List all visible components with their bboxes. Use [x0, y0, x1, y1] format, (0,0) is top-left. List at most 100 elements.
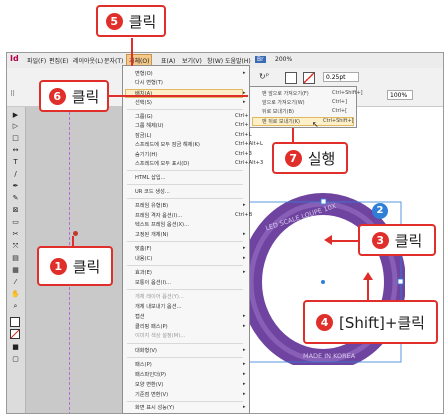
mouse-cursor-icon: ↖	[312, 120, 319, 129]
top-margin	[0, 0, 447, 52]
selection-handle-right[interactable]	[397, 278, 404, 285]
menu-file[interactable]: 파일(F)	[27, 56, 46, 65]
menu-layout[interactable]: 레이아웃(L)	[73, 56, 103, 65]
menu-item-paths[interactable]: 패스(P)	[135, 361, 152, 368]
type-tool-icon[interactable]: T	[10, 158, 21, 167]
arrow-3-icon	[324, 235, 332, 245]
rectangle-frame-tool-icon[interactable]: ⊠	[10, 206, 21, 215]
callout-step-4: 4 [Shift]+클릭	[303, 300, 438, 344]
callout-step-6: 6 클릭	[39, 80, 109, 112]
menu-window[interactable]: 창(W)	[207, 56, 223, 65]
free-transform-tool-icon[interactable]: ⤧	[10, 242, 21, 251]
eyedropper-tool-icon[interactable]: ⁄	[10, 278, 21, 287]
fill-box-icon[interactable]	[10, 317, 20, 327]
menu-separator	[127, 241, 243, 242]
rectangle-tool-icon[interactable]: ▭	[10, 218, 21, 227]
menu-item-frame-type[interactable]: 프레임 유형(B)	[135, 202, 168, 209]
menu-help[interactable]: 도움말(H)	[225, 56, 251, 65]
submenu-item-send-to-back[interactable]: 맨 뒤로 보내기(K) Ctrl+Shift+[	[252, 117, 354, 126]
pencil-tool-icon[interactable]: ✎	[10, 194, 21, 203]
menu-table[interactable]: 표(A)	[161, 56, 175, 65]
menu-item-captions[interactable]: 캡션	[135, 313, 145, 320]
menu-item-fitting[interactable]: 맞춤(F)	[135, 245, 152, 252]
callout-step-1: 1 클릭	[37, 246, 113, 286]
submenu-arrow-icon: ▸	[243, 323, 246, 329]
connector-5	[131, 38, 133, 66]
stroke-box-icon[interactable]	[10, 329, 20, 339]
menu-separator	[127, 170, 243, 171]
hand-tool-icon[interactable]: ✋	[10, 290, 21, 299]
menu-item-frame-grid-options[interactable]: 프레임 격자 옵션(I)... Ctrl+B	[135, 212, 252, 219]
menu-item-export-options[interactable]: 개체 내보내기 옵션...	[135, 303, 181, 310]
submenu-arrow-icon: ▸	[243, 313, 246, 319]
submenu-item-send-backward[interactable]: 뒤로 보내기(B) Ctrl+[	[262, 108, 347, 115]
bridge-button[interactable]: Br	[255, 56, 266, 63]
opacity-field[interactable]: 100%	[387, 90, 413, 100]
menu-item-qr-code[interactable]: UR 코드 생성...	[135, 188, 170, 195]
menu-item-hide[interactable]: 숨기기(H) Ctrl+3	[135, 151, 252, 158]
menu-separator	[127, 184, 243, 185]
menu-item-text-frame-options[interactable]: 텍스트 프레임 옵션(X)...	[135, 221, 189, 228]
submenu-item-bring-forward[interactable]: 앞으로 가져오기(W) Ctrl+]	[262, 99, 347, 106]
selection-handle-top[interactable]	[320, 198, 327, 205]
stroke-swatch-icon[interactable]	[303, 72, 315, 84]
gradient-tool-icon[interactable]: ▤	[10, 254, 21, 263]
submenu-arrow-icon: ▸	[243, 391, 246, 397]
submenu-arrow-icon: ▸	[243, 381, 246, 387]
gap-tool-icon[interactable]: ↔	[10, 146, 21, 155]
menu-separator	[127, 265, 243, 266]
menu-item-display-performance[interactable]: 화면 표시 성능(Y)	[135, 404, 174, 411]
reference-point-icon[interactable]: ⠿	[10, 90, 24, 100]
direct-selection-tool-icon[interactable]: ▷	[10, 122, 21, 131]
fill-swatch-icon[interactable]	[285, 72, 297, 84]
menu-item-show-all[interactable]: 스프레드에 모두 표시(D) Ctrl+Alt+3	[135, 160, 263, 167]
menu-item-ungroup[interactable]: 그룹 해제(U)Ctrl+Shift+G	[135, 122, 269, 129]
normal-view-icon[interactable]: ▢	[10, 355, 21, 364]
menu-edit[interactable]: 편집(E)	[49, 56, 69, 65]
menu-item-image-color-settings[interactable]: 이미지 색상 설정(M)...	[135, 332, 185, 339]
arrow-4-icon	[363, 272, 373, 280]
menu-item-interactive[interactable]: 대화형(V)	[135, 347, 157, 354]
menu-item-anchored-object[interactable]: 고정된 개체(N)	[135, 231, 168, 238]
menu-item-object-layer-options[interactable]: 개체 레이어 옵션(Y)...	[135, 293, 184, 300]
stroke-weight-field[interactable]: 0.25pt	[323, 72, 359, 82]
apply-color-icon[interactable]: ■	[10, 343, 21, 352]
menu-item-insert-html[interactable]: HTML 삽입...	[135, 174, 166, 181]
menu-item-clipping-path[interactable]: 클리핑 패스(P)	[135, 323, 168, 330]
menu-item-lock[interactable]: 잠금(L) Ctrl+L	[135, 132, 251, 139]
menu-item-transform-again[interactable]: 다시 변형(T)	[135, 79, 163, 86]
menu-item-content[interactable]: 내용(C)	[135, 255, 152, 262]
menu-separator	[127, 198, 243, 199]
note-tool-icon[interactable]: ▦	[10, 266, 21, 275]
selection-tool-icon[interactable]: ▶	[10, 111, 21, 120]
menu-item-unlock-all[interactable]: 스프레드에 모두 잠금 해제(K) Ctrl+Alt+L	[135, 141, 263, 148]
connector-7	[292, 128, 294, 142]
submenu-arrow-icon: ▸	[243, 371, 246, 377]
connector-3	[330, 240, 358, 242]
ring-bottom-text: MADE IN KOREA	[303, 352, 356, 360]
menu-item-convert-point[interactable]: 기준점 변환(V)	[135, 391, 168, 398]
menu-separator	[127, 289, 243, 290]
scissors-tool-icon[interactable]: ✂	[10, 230, 21, 239]
menu-item-group[interactable]: 그룹(G) Ctrl+G	[135, 113, 253, 120]
submenu-item-bring-to-front[interactable]: 맨 앞으로 가져오기(F) Ctrl+Shift+]	[262, 90, 363, 97]
rotate-icon[interactable]: ↻ᴾ	[259, 72, 269, 81]
menu-separator	[127, 109, 243, 110]
menu-item-select[interactable]: 선택(S)	[135, 99, 152, 106]
menu-item-pathfinder[interactable]: 패스파인더(P)	[135, 371, 166, 378]
pen-tool-icon[interactable]: ✒	[10, 182, 21, 191]
menu-type[interactable]: 문자(T)	[104, 56, 123, 65]
page-tool-icon[interactable]: □	[10, 134, 21, 143]
menu-item-effects[interactable]: 효과(E)	[135, 269, 152, 276]
submenu-arrow-icon: ▸	[243, 269, 246, 275]
menu-view[interactable]: 보기(V)	[182, 56, 202, 65]
callout-step-3: 3 클릭	[358, 224, 436, 256]
zoom-level[interactable]: 200%	[275, 56, 292, 63]
connector-6	[108, 95, 248, 97]
menu-separator	[127, 357, 243, 358]
line-tool-icon[interactable]: /	[10, 170, 21, 179]
menu-item-convert-shape[interactable]: 모양 변환(V)	[135, 381, 163, 388]
menu-item-corner-options[interactable]: 모퉁이 옵션(I)...	[135, 279, 171, 286]
menu-item-transform[interactable]: 변형(O)	[135, 70, 153, 77]
zoom-tool-icon[interactable]: ⌕	[10, 302, 21, 311]
